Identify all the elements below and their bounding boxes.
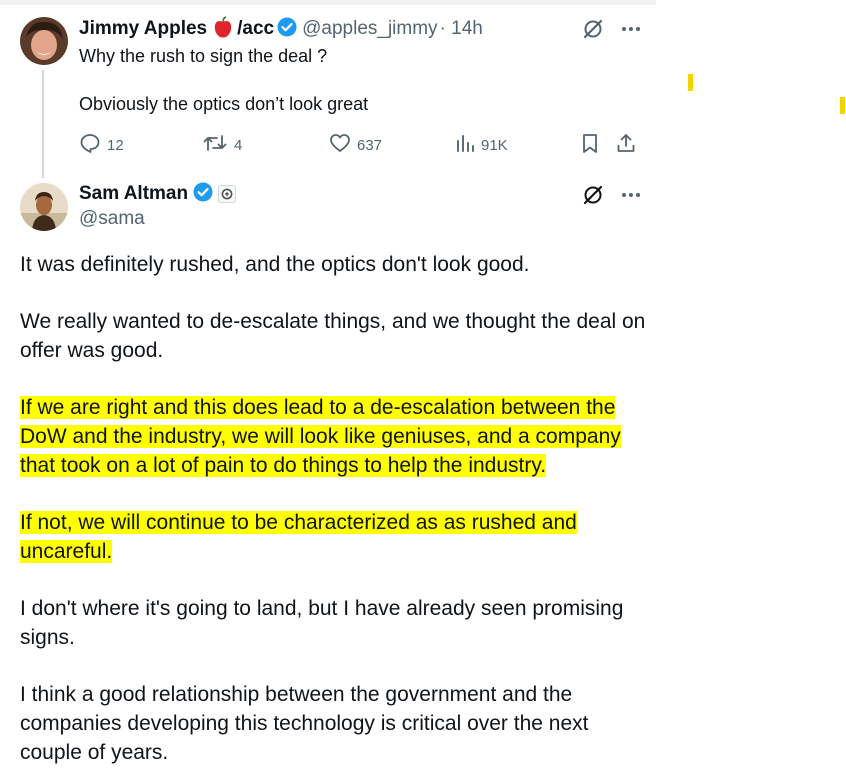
main-author-row: Sam Altman [79, 182, 237, 207]
quoted-author-suffix: /acc [237, 18, 275, 39]
quoted-action-bar: 12 4 637 91K [79, 130, 639, 158]
yellow-mark [840, 97, 845, 114]
quoted-tweet-text: Why the rush to sign the deal ? Obviousl… [79, 44, 639, 116]
paragraph-1: It was definitely rushed, and the optics… [20, 250, 650, 279]
paragraph-2-text: We really wanted to de-escalate things, … [20, 310, 646, 362]
reply-count: 12 [107, 136, 124, 154]
main-tweet-text: It was definitely rushed, and the optics… [20, 250, 650, 767]
quoted-author-row: Jimmy Apples /acc @apples_jimmy · 14h [79, 15, 483, 43]
quoted-time[interactable]: · 14h [440, 18, 483, 40]
paragraph-5: I don't where it's going to land, but I … [20, 594, 650, 652]
reply-button[interactable]: 12 [79, 132, 124, 158]
bookmark-icon [579, 132, 607, 158]
grok-icon[interactable] [582, 18, 604, 45]
thread-connector [42, 70, 44, 178]
yellow-mark [688, 74, 693, 91]
paragraph-2: We really wanted to de-escalate things, … [20, 307, 650, 365]
quoted-corner-actions [582, 18, 642, 45]
share-icon [615, 132, 643, 158]
bookmark-button[interactable] [579, 132, 607, 158]
views-button[interactable]: 91K [455, 132, 508, 158]
top-divider [0, 0, 656, 5]
verified-icon [193, 182, 213, 207]
avatar-jimmy-apples[interactable] [20, 17, 68, 65]
retweet-icon [202, 132, 234, 158]
like-count: 637 [357, 136, 383, 154]
quoted-line-1: Why the rush to sign the deal ? [79, 46, 328, 66]
share-button[interactable] [615, 132, 643, 158]
retweet-count: 4 [234, 136, 243, 154]
highlighted-paragraph-4: If not, we will continue to be character… [20, 511, 577, 563]
paragraph-3: If we are right and this does lead to a … [20, 393, 650, 480]
grok-icon[interactable] [582, 184, 604, 211]
views-icon [455, 132, 481, 158]
paragraph-5-text: I don't where it's going to land, but I … [20, 597, 624, 649]
quoted-author-name[interactable]: Jimmy Apples [79, 18, 207, 40]
apple-icon [213, 15, 233, 43]
more-icon[interactable] [620, 184, 642, 211]
like-icon [329, 132, 357, 158]
main-handle[interactable]: @sama [79, 208, 145, 230]
verified-icon [277, 17, 297, 42]
retweet-button[interactable]: 4 [202, 132, 242, 158]
paragraph-1-text: It was definitely rushed, and the optics… [20, 253, 530, 276]
avatar-sam-altman[interactable] [20, 183, 68, 231]
more-icon[interactable] [620, 18, 642, 45]
like-button[interactable]: 637 [329, 132, 382, 158]
highlighted-paragraph-3: If we are right and this does lead to a … [20, 396, 621, 477]
quoted-line-2: Obviously the optics don’t look great [79, 94, 369, 114]
paragraph-4: If not, we will continue to be character… [20, 508, 650, 566]
main-author-name[interactable]: Sam Altman [79, 183, 188, 205]
paragraph-6-text: I think a good relationship between the … [20, 683, 589, 764]
reply-icon [79, 132, 107, 158]
views-count: 91K [481, 136, 508, 154]
affiliate-badge-icon[interactable] [218, 185, 237, 203]
main-corner-actions [582, 184, 642, 211]
quoted-handle[interactable]: @apples_jimmy [302, 18, 437, 40]
paragraph-6: I think a good relationship between the … [20, 680, 650, 767]
